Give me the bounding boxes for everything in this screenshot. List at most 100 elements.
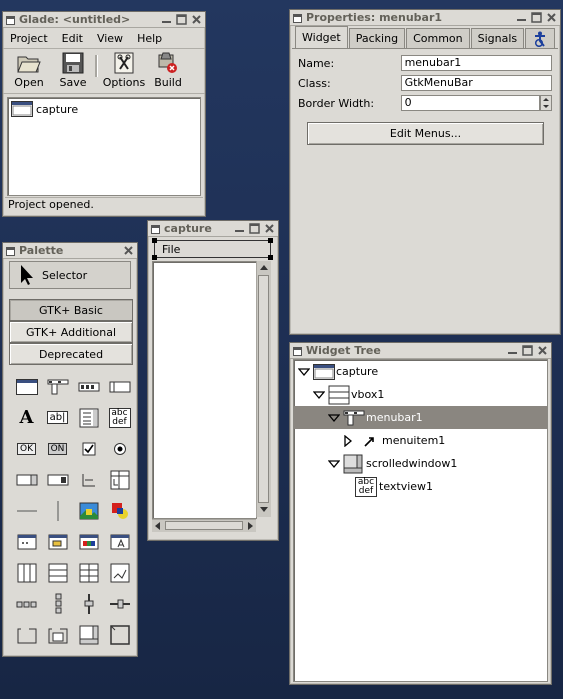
section-gtk-basic[interactable]: GTK+ Basic [9,299,133,321]
menu-view[interactable]: View [90,32,130,45]
palette-titlebar[interactable]: Palette [3,243,137,259]
fontselection-widget-icon[interactable] [104,526,135,557]
expander-open-icon[interactable] [298,366,310,378]
togglebutton-widget-icon[interactable]: ON [42,433,73,464]
expander-open-icon[interactable] [328,458,340,470]
window-menu-icon[interactable] [6,15,15,25]
fileselection-widget-icon[interactable] [42,526,73,557]
hbuttonbox-widget-icon[interactable] [11,588,42,619]
selection-handle[interactable] [152,238,157,243]
scroll-right-icon[interactable] [244,520,256,532]
vscale-widget-icon[interactable] [73,588,104,619]
close-icon[interactable] [191,14,202,25]
maximize-icon[interactable] [249,223,260,234]
scroll-left-icon[interactable] [152,520,164,532]
tab-common[interactable]: Common [406,28,470,48]
tree-row-capture[interactable]: capture [294,360,547,383]
project-widget-list[interactable]: capture [7,97,201,196]
hseparator-widget-icon[interactable] [11,495,42,526]
tree-row-scrolledwindow1[interactable]: scrolledwindow1 [294,452,547,475]
maximize-icon[interactable] [522,345,533,356]
tree-row-menuitem1[interactable]: menuitem1 [294,429,547,452]
save-button[interactable]: Save [51,51,95,89]
label-widget-icon[interactable]: A [11,402,42,433]
scrolledwindow-widget-icon[interactable] [73,619,104,650]
capture-titlebar[interactable]: capture [148,221,278,237]
hscale-widget-icon[interactable] [104,588,135,619]
open-button[interactable]: Open [7,51,51,89]
window-menu-icon[interactable] [6,246,15,256]
tab-widget[interactable]: Widget [295,26,348,48]
vertical-scrollbar[interactable] [256,261,271,517]
drawingarea-widget-icon[interactable] [104,495,135,526]
section-deprecated[interactable]: Deprecated [9,343,133,365]
aspectframe-widget-icon[interactable] [42,619,73,650]
menu-help[interactable]: Help [130,32,169,45]
window-widget-icon[interactable] [11,371,42,402]
window-menu-icon[interactable] [293,13,302,23]
scroll-up-icon[interactable] [257,262,271,274]
vbuttonbox-widget-icon[interactable] [42,588,73,619]
close-icon[interactable] [123,245,134,256]
scrollbar-thumb[interactable] [258,275,269,503]
treeview-widget-icon[interactable] [104,464,135,495]
build-button[interactable]: Build [146,51,190,89]
properties-titlebar[interactable]: Properties: menubar1 [290,10,560,26]
toolbar-widget-icon[interactable] [73,371,104,402]
button-widget-icon[interactable]: OK [11,433,42,464]
radiobutton-widget-icon[interactable] [104,433,135,464]
tab-signals[interactable]: Signals [470,28,525,48]
capture-menu-file[interactable]: File [162,243,180,256]
close-icon[interactable] [546,12,557,23]
capture-textview[interactable] [152,261,257,519]
frame-widget-icon[interactable] [11,619,42,650]
dialog-widget-icon[interactable] [11,526,42,557]
menu-project[interactable]: Project [3,32,55,45]
widget-tree-view[interactable]: capture vbox1 menubar1 menuitem1 scrolle… [293,359,548,682]
selection-handle[interactable] [152,255,157,260]
maximize-icon[interactable] [531,12,542,23]
horizontal-scrollbar[interactable] [152,519,256,532]
tree-row-textview1[interactable]: abc def textview1 [294,475,547,498]
viewport-widget-icon[interactable] [104,619,135,650]
minimize-icon[interactable] [516,12,527,23]
minimize-icon[interactable] [507,345,518,356]
hbox-widget-icon[interactable] [11,557,42,588]
vseparator-widget-icon[interactable] [42,495,73,526]
checkbutton-widget-icon[interactable] [73,433,104,464]
maximize-icon[interactable] [176,14,187,25]
tab-packing[interactable]: Packing [348,28,406,48]
textview-widget-icon[interactable]: abc def [104,402,135,433]
textview-list-widget-icon[interactable] [73,402,104,433]
edit-menus-button[interactable]: Edit Menus... [307,122,544,145]
scrollbar-thumb[interactable] [165,521,243,530]
scroll-down-icon[interactable] [257,504,271,516]
close-icon[interactable] [537,345,548,356]
name-field[interactable]: menubar1 [400,55,552,71]
expander-open-icon[interactable] [328,412,340,424]
combobox-widget-icon[interactable] [42,464,73,495]
border-width-spinner[interactable] [540,95,552,111]
menubar-widget-icon[interactable] [42,371,73,402]
fixed-widget-icon[interactable] [104,557,135,588]
selector-button[interactable]: Selector [9,261,131,289]
optionmenu-widget-icon[interactable] [73,464,104,495]
selection-handle[interactable] [268,238,273,243]
table-widget-icon[interactable] [73,557,104,588]
expander-closed-icon[interactable] [342,434,354,447]
colorselection-widget-icon[interactable] [73,526,104,557]
handlebox-widget-icon[interactable] [104,371,135,402]
entry-widget-icon[interactable]: ab| [42,402,73,433]
close-icon[interactable] [264,223,275,234]
window-menu-icon[interactable] [293,346,302,356]
selection-handle[interactable] [268,255,273,260]
spinbutton-widget-icon[interactable] [11,464,42,495]
image-widget-icon[interactable] [73,495,104,526]
minimize-icon[interactable] [161,14,172,25]
border-width-field[interactable]: 0 [400,95,540,111]
section-gtk-additional[interactable]: GTK+ Additional [9,321,133,343]
options-button[interactable]: Options [102,51,146,89]
project-item-capture[interactable]: capture [8,98,200,120]
glade-titlebar[interactable]: Glade: <untitled> [3,12,205,28]
tree-row-menubar1[interactable]: menubar1 [294,406,547,429]
